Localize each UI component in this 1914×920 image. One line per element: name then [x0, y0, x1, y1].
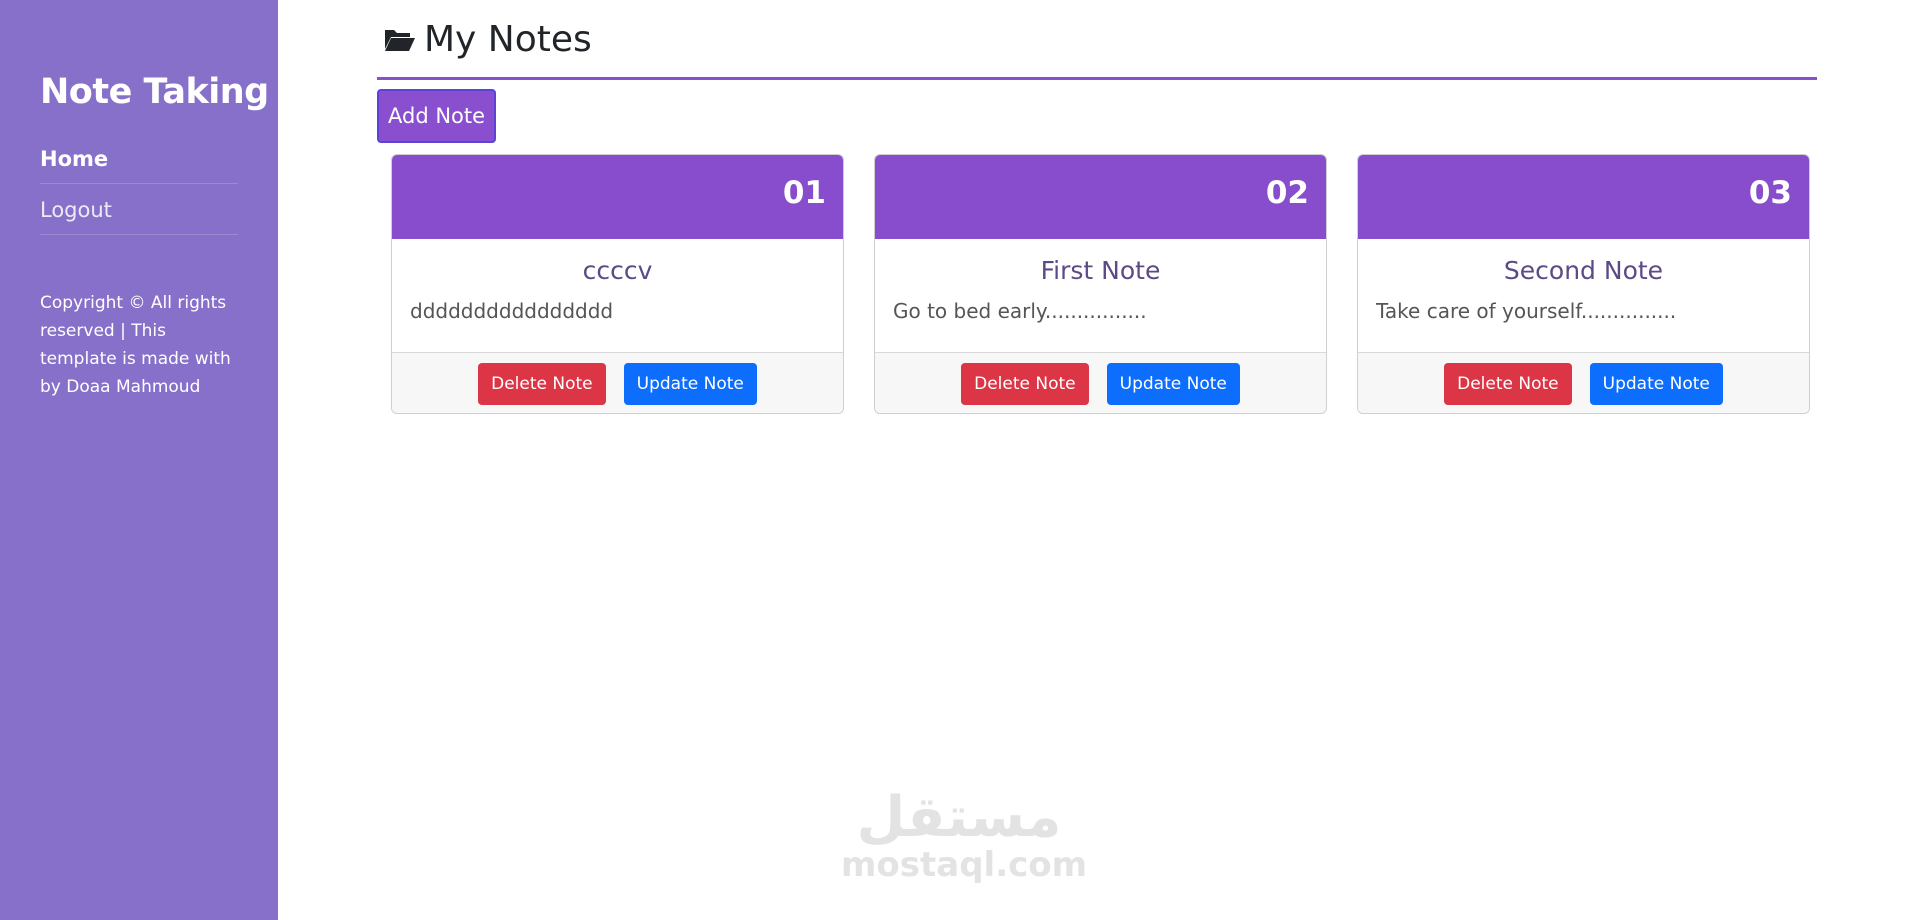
note-card: 03 Second Note Take care of yourself....…: [1357, 154, 1810, 414]
copyright-text: Copyright © All rights reserved | This t…: [40, 293, 231, 397]
notes-grid: 01 ccccv dddddddddddddddd Delete Note Up…: [377, 154, 1817, 414]
note-body: ccccv dddddddddddddddd: [392, 239, 843, 353]
note-card: 01 ccccv dddddddddddddddd Delete Note Up…: [391, 154, 844, 414]
watermark-arabic: مستقل: [856, 785, 1062, 850]
page-title: My Notes: [424, 19, 592, 60]
note-number: 03: [1358, 155, 1809, 239]
note-number: 02: [875, 155, 1326, 239]
note-card: 02 First Note Go to bed early...........…: [874, 154, 1327, 414]
note-title: First Note: [1040, 256, 1161, 285]
add-note-button[interactable]: Add Note: [377, 89, 497, 143]
note-text: Take care of yourself...............: [1376, 299, 1677, 323]
note-text: dddddddddddddddd: [410, 299, 614, 323]
note-body: First Note Go to bed early..............…: [875, 239, 1326, 353]
note-actions: Delete Note Update Note: [1358, 353, 1809, 413]
page-header: My Notes: [377, 0, 1817, 80]
delete-note-button[interactable]: Delete Note: [478, 363, 606, 405]
update-note-button[interactable]: Update Note: [623, 363, 757, 405]
nav-item-home[interactable]: Home: [40, 136, 238, 184]
note-body: Second Note Take care of yourself.......…: [1358, 239, 1809, 353]
nav-item-logout[interactable]: Logout: [40, 184, 238, 235]
sidebar: Note Taking Home Logout Copyright © All …: [0, 0, 278, 920]
note-title: ccccv: [582, 256, 653, 285]
folder-open-icon: [384, 27, 416, 53]
note-number: 01: [392, 155, 843, 239]
watermark: مستقل mostaql.com: [841, 785, 1088, 885]
main-content: My Notes Add Note 01 ccccv ddddddddddddd…: [377, 0, 1817, 414]
update-note-button[interactable]: Update Note: [1106, 363, 1240, 405]
brand-title: Note Taking: [40, 72, 269, 112]
note-actions: Delete Note Update Note: [392, 353, 843, 413]
note-actions: Delete Note Update Note: [875, 353, 1326, 413]
delete-note-button[interactable]: Delete Note: [1444, 363, 1572, 405]
sidebar-nav: Home Logout: [40, 136, 238, 235]
note-text: Go to bed early................: [893, 299, 1147, 323]
note-title: Second Note: [1503, 256, 1664, 285]
update-note-button[interactable]: Update Note: [1589, 363, 1723, 405]
watermark-latin: mostaql.com: [841, 845, 1088, 885]
delete-note-button[interactable]: Delete Note: [961, 363, 1089, 405]
